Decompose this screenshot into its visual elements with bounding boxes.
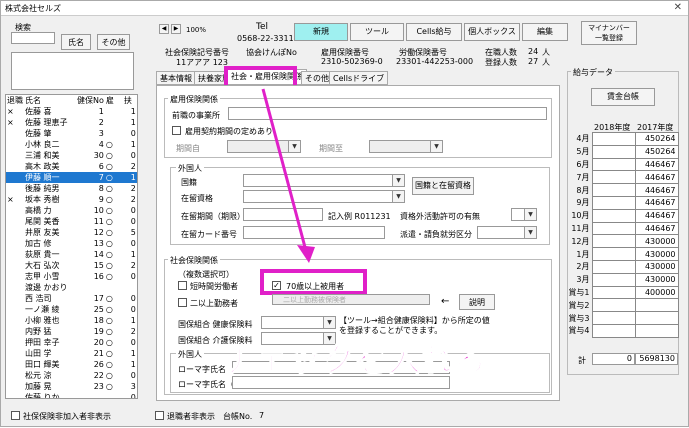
app-window: 株式会社セルズ ✕ 検索 氏名 その他 退職 氏名 健保No 雇 扶 × 佐藤 喜… [0,0,689,427]
arrow-line [261,88,308,252]
overlay-instruction: チェックを入れる [222,340,488,380]
arrow-head [297,245,315,263]
